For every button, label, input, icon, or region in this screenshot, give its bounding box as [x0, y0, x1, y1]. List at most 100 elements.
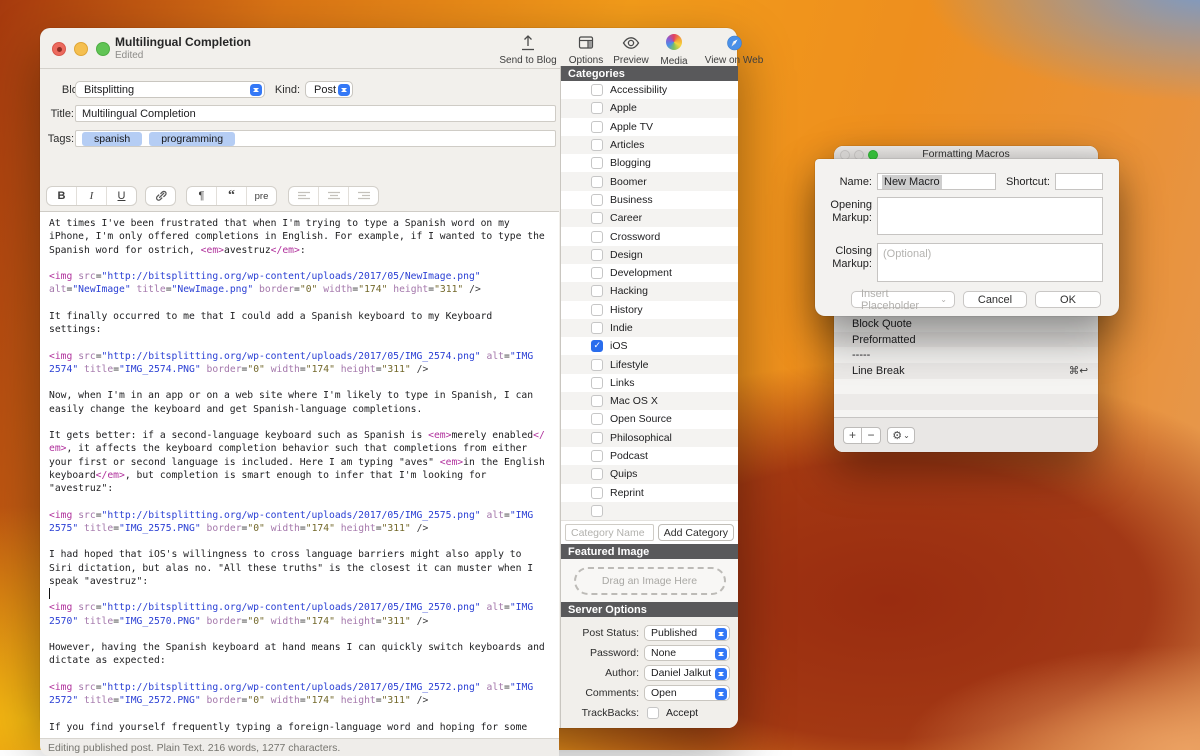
category-checkbox[interactable] [591, 432, 603, 444]
editor-line[interactable]: <img src="http://bitsplitting.org/wp-con… [49, 601, 559, 614]
category-checkbox[interactable] [591, 285, 603, 297]
editor-line[interactable] [49, 535, 559, 548]
italic-button[interactable]: I [77, 187, 107, 205]
post-status-popup[interactable]: Published [644, 625, 730, 641]
category-row[interactable]: Business [561, 191, 738, 209]
toolbar-send-to-blog[interactable]: Send to Blog [490, 33, 566, 66]
editor-line[interactable]: your first or second language is include… [49, 456, 559, 469]
toolbar-view-on-web[interactable]: View on Web [698, 33, 770, 66]
category-checkbox[interactable] [591, 121, 603, 133]
editor-line[interactable]: alt="NewImage" title="NewImage.png" bord… [49, 283, 559, 296]
category-checkbox[interactable] [591, 194, 603, 206]
category-checkbox[interactable] [591, 212, 603, 224]
editor-line[interactable]: Spanish word for ostrich, <em>avestruz</… [49, 244, 559, 257]
editor-line[interactable]: 2574" title="IMG_2574.PNG" border="0" wi… [49, 363, 559, 376]
editor-line[interactable] [49, 297, 559, 310]
tag-chip[interactable]: programming [149, 132, 235, 146]
editor-line[interactable]: settings: [49, 323, 559, 336]
category-row[interactable]: Apple [561, 99, 738, 117]
macro-row[interactable]: ----- [834, 347, 1098, 363]
category-row[interactable]: Quips [561, 465, 738, 483]
editor-line[interactable]: iPhone, I'm only offered completions in … [49, 230, 559, 243]
category-checkbox[interactable] [591, 505, 603, 517]
remove-macro-button[interactable]: − [862, 427, 881, 444]
editor-line[interactable]: <img src="http://bitsplitting.org/wp-con… [49, 509, 559, 522]
editor-line[interactable] [49, 257, 559, 270]
pre-button[interactable]: pre [247, 187, 276, 205]
category-checkbox[interactable] [591, 322, 603, 334]
blog-popup[interactable]: Bitsplitting [75, 81, 265, 98]
editor-line[interactable]: dictate as expected: [49, 654, 559, 667]
toolbar-media[interactable]: Media [654, 33, 694, 67]
category-row[interactable]: Articles [561, 136, 738, 154]
editor-line[interactable] [49, 416, 559, 429]
category-row[interactable]: Career [561, 209, 738, 227]
editor-line[interactable]: However, having the Spanish keyboard at … [49, 641, 559, 654]
category-checkbox[interactable] [591, 340, 603, 352]
editor-line[interactable]: <img src="http://bitsplitting.org/wp-con… [49, 350, 559, 363]
editor-line[interactable] [49, 707, 559, 720]
category-row[interactable]: Hacking [561, 282, 738, 300]
editor-line[interactable] [49, 495, 559, 508]
category-checkbox[interactable] [591, 377, 603, 389]
category-row[interactable]: Boomer [561, 172, 738, 190]
category-row[interactable]: Development [561, 264, 738, 282]
toolbar-options[interactable]: Options [564, 33, 608, 66]
bold-button[interactable]: B [47, 187, 77, 205]
editor-line[interactable]: If you find yourself frequently typing a… [49, 721, 559, 734]
close-button[interactable] [52, 42, 66, 56]
editor-line[interactable]: 2570" title="IMG_2570.PNG" border="0" wi… [49, 615, 559, 628]
editor-line[interactable] [49, 628, 559, 641]
editor-line[interactable]: em>, it affects the keyboard completion … [49, 442, 559, 455]
category-checkbox[interactable] [591, 450, 603, 462]
category-checkbox[interactable] [591, 468, 603, 480]
editor-line[interactable]: I had hoped that iOS's willingness to cr… [49, 548, 559, 561]
editor-line[interactable]: At times I've been frustrated that when … [49, 217, 559, 230]
editor-line[interactable] [49, 336, 559, 349]
zoom-button[interactable] [96, 42, 110, 56]
category-row[interactable]: Open Source [561, 410, 738, 428]
title-input[interactable]: Multilingual Completion [75, 105, 556, 122]
category-checkbox[interactable] [591, 102, 603, 114]
category-row[interactable]: Podcast [561, 447, 738, 465]
tags-input[interactable]: spanish programming [75, 130, 556, 147]
editor-line[interactable] [49, 668, 559, 681]
editor-line[interactable]: Siri dictation, but alas no. "All these … [49, 562, 559, 575]
toolbar-preview[interactable]: Preview [608, 33, 654, 66]
category-row[interactable] [561, 502, 738, 520]
editor-line[interactable] [49, 376, 559, 389]
category-checkbox[interactable] [591, 487, 603, 499]
titlebar[interactable]: Multilingual Completion Edited Send to B… [40, 28, 737, 69]
category-checkbox[interactable] [591, 139, 603, 151]
editor-line[interactable]: easily change the keyboard and get Spani… [49, 403, 559, 416]
editor-line[interactable]: Now, when I'm in an app or on a web site… [49, 389, 559, 402]
tag-chip[interactable]: spanish [82, 132, 142, 146]
editor-line[interactable]: <img src="http://bitsplitting.org/wp-con… [49, 681, 559, 694]
category-row[interactable]: History [561, 301, 738, 319]
add-macro-button[interactable]: + [843, 427, 862, 444]
macro-shortcut-input[interactable] [1055, 173, 1103, 190]
trackbacks-checkbox[interactable] [647, 707, 659, 719]
editor-line[interactable]: It gets better: if a second-language key… [49, 429, 559, 442]
underline-button[interactable]: U [107, 187, 136, 205]
ok-button[interactable]: OK [1035, 291, 1101, 308]
align-right-button[interactable] [349, 187, 378, 205]
closing-markup-textarea[interactable]: (Optional) [877, 243, 1103, 282]
cancel-button[interactable]: Cancel [963, 291, 1027, 308]
category-checkbox[interactable] [591, 413, 603, 425]
category-checkbox[interactable] [591, 84, 603, 96]
category-checkbox[interactable] [591, 267, 603, 279]
opening-markup-textarea[interactable] [877, 197, 1103, 235]
category-row[interactable]: Reprint [561, 484, 738, 502]
minimize-button[interactable] [74, 42, 88, 56]
align-left-button[interactable] [289, 187, 319, 205]
category-checkbox[interactable] [591, 176, 603, 188]
paragraph-button[interactable]: ¶ [187, 187, 217, 205]
image-drop-zone[interactable]: Drag an Image Here [574, 567, 726, 595]
macro-row[interactable]: Block Quote [834, 316, 1098, 332]
category-row[interactable]: Design [561, 246, 738, 264]
category-row[interactable]: Blogging [561, 154, 738, 172]
category-row[interactable]: Apple TV [561, 118, 738, 136]
macro-actions-button[interactable]: ⚙ ⌄ [887, 427, 915, 444]
category-name-input[interactable] [565, 524, 654, 541]
